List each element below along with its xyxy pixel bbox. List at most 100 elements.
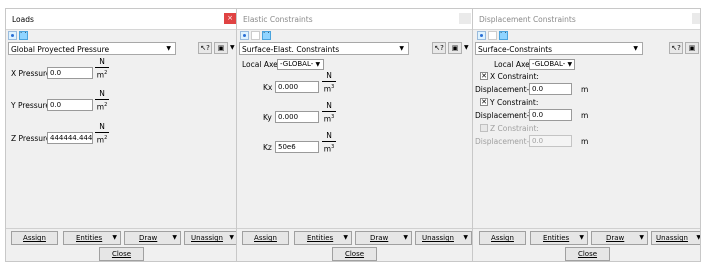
displacement-constraints-window: Displacement Constraints Surface-Constra… [472,8,701,262]
displacement-title: Displacement Constraints [479,15,576,24]
chevron-down-icon: ▼ [463,234,468,241]
elastic-titlebar[interactable]: Elastic Constraints [237,9,474,30]
point-entity-icon[interactable] [477,31,486,40]
chevron-down-icon: ▼ [633,45,638,52]
book-icon[interactable]: ▣ [214,42,228,54]
divider [473,228,700,229]
chevron-down-icon: ▼ [166,45,171,52]
close-icon[interactable] [459,13,471,24]
chevron-down-icon: ▼ [112,234,117,241]
displacement-z-input[interactable]: 0.0 [529,135,572,147]
book-icon[interactable]: ▣ [448,42,462,54]
combo-value: Global Proyected Pressure [11,45,110,54]
combo-value: Surface-Constraints [478,45,553,54]
displacement-x-input[interactable]: 0.0 [529,83,572,95]
displacement-y-label: Displacement-Y [475,111,533,120]
kz-input[interactable]: 50e6 [275,141,319,153]
elastic-icon-row [237,29,474,41]
chevron-down-icon: ▼ [403,234,408,241]
point-entity-icon[interactable] [8,31,17,40]
z-constraint-checkbox[interactable] [480,124,488,132]
draw-button[interactable]: Draw ▼ [355,231,412,245]
chevron-down-icon: ▼ [172,234,177,241]
local-axes-label: Local Axes [494,60,534,69]
y-constraint-checkbox[interactable]: ✕ [480,98,488,106]
y-constraint-label: Y Constraint: [490,98,539,107]
x-pressure-unit: N m2 [95,57,109,80]
chevron-down-icon: ▼ [696,234,701,241]
displacement-z-label: Displacement-Z [475,137,535,146]
assign-button[interactable]: Assign [242,231,289,245]
y-pressure-label: Y Pressure [11,101,50,110]
kx-unit: N m3 [322,71,336,94]
displacement-icon-row [473,29,700,41]
unassign-button[interactable]: Unassign ▼ [184,231,238,245]
y-pressure-unit: N m2 [95,89,109,112]
draw-button[interactable]: Draw ▼ [591,231,648,245]
displacement-y-unit: m [581,111,589,120]
ky-label: Ky [263,113,272,122]
help-icon[interactable]: ↖? [669,42,683,54]
chevron-down-icon: ▼ [567,61,573,68]
line-entity-icon[interactable] [251,31,260,40]
displacement-x-label: Displacement-X [475,85,535,94]
displacement-y-input[interactable]: 0.0 [529,109,572,121]
draw-button[interactable]: Draw ▼ [124,231,181,245]
chevron-down-icon: ▼ [343,234,348,241]
y-pressure-input[interactable]: 0.0 [47,99,93,111]
displacement-titlebar[interactable]: Displacement Constraints [473,9,700,30]
kz-unit: N m3 [322,131,336,154]
chevron-down-icon: ▼ [579,234,584,241]
z-constraint-label: Z Constraint: [490,124,539,133]
assign-button[interactable]: Assign [11,231,58,245]
entities-button[interactable]: Entities ▼ [530,231,588,245]
assign-button[interactable]: Assign [479,231,526,245]
close-button[interactable]: Close [332,247,377,261]
unassign-button[interactable]: Unassign ▼ [415,231,472,245]
x-pressure-input[interactable]: 0.0 [47,67,93,79]
surface-entity-icon[interactable] [19,29,28,40]
z-pressure-input[interactable]: 444444.444 [47,132,93,144]
local-axes-label: Local Axes [242,60,282,69]
displacement-x-unit: m [581,85,589,94]
x-constraint-checkbox[interactable]: ✕ [480,72,488,80]
chevron-down-icon: ▼ [315,61,321,68]
displacement-type-combo[interactable]: Surface-Constraints ▼ [475,42,643,55]
z-pressure-label: Z Pressure [11,134,51,143]
divider [237,228,474,229]
loads-titlebar[interactable]: Loads × [6,9,238,30]
entities-button[interactable]: Entities ▼ [294,231,352,245]
loads-icon-row [6,29,238,41]
help-icon[interactable]: ↖? [198,42,212,54]
loads-type-combo[interactable]: Global Proyected Pressure ▼ [8,42,176,55]
elastic-title: Elastic Constraints [243,15,313,24]
kx-input[interactable]: 0.000 [275,81,319,93]
ky-input[interactable]: 0.000 [275,111,319,123]
local-axes-select[interactable]: -GLOBAL- ▼ [277,59,324,70]
elastic-type-combo[interactable]: Surface-Elast. Constraints ▼ [239,42,409,55]
surface-entity-icon[interactable] [262,29,271,40]
line-entity-icon[interactable] [488,31,497,40]
local-axes-select[interactable]: -GLOBAL- ▼ [529,59,575,70]
close-button[interactable]: Close [99,247,144,261]
close-button[interactable]: Close [565,247,610,261]
arrow-down-icon[interactable]: ▼ [464,44,469,51]
x-constraint-label: X Constraint: [490,72,539,81]
divider [6,228,238,229]
surface-entity-icon[interactable] [499,29,508,40]
entities-button[interactable]: Entities ▼ [63,231,121,245]
arrow-down-icon[interactable]: ▼ [230,44,235,51]
x-pressure-label: X Pressure [11,69,51,78]
chevron-down-icon: ▼ [229,234,234,241]
unassign-button[interactable]: Unassign ▼ [651,231,701,245]
help-icon[interactable]: ↖? [432,42,446,54]
kx-label: Kx [263,83,273,92]
book-icon[interactable]: ▣ [685,42,699,54]
combo-value: Surface-Elast. Constraints [242,45,340,54]
elastic-constraints-window: Elastic Constraints Surface-Elast. Const… [236,8,475,262]
ky-unit: N m3 [322,101,336,124]
close-icon[interactable]: × [224,13,236,24]
kz-label: Kz [263,143,272,152]
point-entity-icon[interactable] [240,31,249,40]
close-icon[interactable] [692,13,700,24]
